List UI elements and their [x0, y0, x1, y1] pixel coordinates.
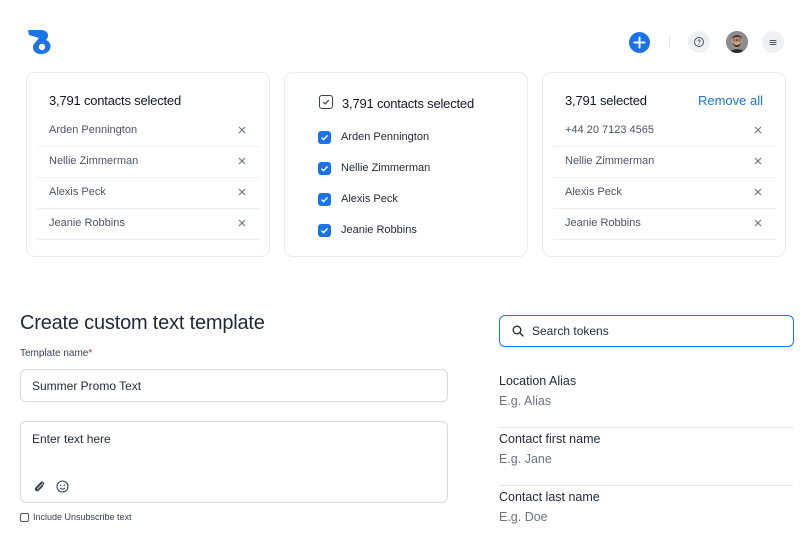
check-icon	[322, 99, 330, 105]
card-title: 3,791 selected	[565, 93, 647, 108]
contact-name: Nellie Zimmerman	[565, 155, 655, 167]
list-item: Nellie Zimmerman	[37, 147, 260, 178]
list-item: Jeanie Robbins	[37, 209, 260, 240]
message-textarea[interactable]	[32, 432, 432, 472]
check-icon	[321, 227, 329, 234]
contact-checkbox[interactable]	[318, 162, 331, 175]
select-all-checkbox[interactable]	[319, 95, 333, 109]
template-name-label-text: Template name	[20, 348, 89, 359]
remove-contact-button[interactable]	[750, 153, 766, 169]
contact-name: Jeanie Robbins	[49, 217, 125, 229]
list-item: Nellie Zimmerman	[553, 147, 776, 178]
contact-name: Arden Pennington	[49, 124, 138, 136]
plus-icon	[633, 36, 646, 49]
help-button[interactable]	[688, 31, 710, 53]
contact-checkbox[interactable]	[318, 131, 331, 144]
menu-button[interactable]	[762, 31, 784, 53]
remove-contact-button[interactable]	[234, 184, 250, 200]
contact-name: Arden Pennington	[341, 131, 430, 143]
contact-name: Alexis Peck	[565, 186, 622, 198]
search-input[interactable]	[532, 316, 787, 346]
contact-name: Alexis Peck	[49, 186, 106, 198]
token-name: Location Alias	[499, 374, 577, 388]
list-item: +44 20 7123 4565	[553, 116, 776, 147]
required-mark: *	[88, 348, 93, 359]
check-icon	[321, 196, 329, 203]
token-name: Contact last name	[499, 490, 600, 504]
close-icon	[238, 126, 246, 134]
template-name-label: Template name*	[20, 348, 92, 359]
token-item[interactable]: Location Alias E.g. Alias	[499, 370, 794, 428]
contact-name: Jeanie Robbins	[341, 224, 417, 236]
list-item: Alexis Peck	[553, 178, 776, 209]
check-icon	[321, 165, 329, 172]
card-title: 3,791 contacts selected	[342, 96, 474, 111]
card-title: 3,791 contacts selected	[49, 93, 181, 108]
selected-contacts-card: 3,791 contacts selected Arden Pennington…	[26, 72, 270, 257]
contact-name: Nellie Zimmerman	[341, 162, 431, 174]
remove-contact-button[interactable]	[234, 215, 250, 231]
checkbox-contacts-card: 3,791 contacts selected Arden Pennington…	[284, 72, 528, 257]
contact-name: Nellie Zimmerman	[49, 155, 139, 167]
token-item[interactable]: Contact last name E.g. Doe	[499, 486, 794, 542]
remove-contact-button[interactable]	[234, 122, 250, 138]
token-name: Contact first name	[499, 432, 601, 446]
help-icon	[694, 37, 704, 47]
close-icon	[754, 188, 762, 196]
user-avatar-icon	[726, 31, 748, 53]
token-example: E.g. Jane	[499, 452, 552, 466]
close-icon	[754, 157, 762, 165]
contact-name: +44 20 7123 4565	[565, 124, 655, 136]
contact-checkbox[interactable]	[318, 224, 331, 237]
unsubscribe-label: Include Unsubscribe text	[33, 512, 132, 522]
search-icon	[512, 325, 524, 337]
emoji-icon[interactable]	[55, 479, 70, 494]
list-item: Jeanie Robbins	[553, 209, 776, 240]
close-icon	[238, 219, 246, 227]
close-icon	[238, 157, 246, 165]
check-icon	[321, 134, 329, 141]
close-icon	[754, 219, 762, 227]
remove-contact-button[interactable]	[750, 184, 766, 200]
add-button[interactable]	[629, 32, 650, 53]
list-item: Arden Pennington	[37, 116, 260, 147]
message-box	[20, 421, 448, 503]
unsubscribe-checkbox[interactable]	[20, 513, 29, 522]
contact-name: Alexis Peck	[341, 193, 398, 205]
token-example: E.g. Doe	[499, 510, 548, 524]
avatar[interactable]	[726, 31, 748, 53]
brand-logo-icon[interactable]	[24, 24, 58, 58]
contact-checkbox[interactable]	[318, 193, 331, 206]
remove-contact-button[interactable]	[750, 122, 766, 138]
list-item: Alexis Peck	[37, 178, 260, 209]
contact-name: Jeanie Robbins	[565, 217, 641, 229]
close-icon	[238, 188, 246, 196]
paperclip-icon[interactable]	[32, 479, 47, 494]
page-title: Create custom text template	[20, 312, 265, 334]
remove-contact-button[interactable]	[234, 153, 250, 169]
token-example: E.g. Alias	[499, 394, 552, 408]
remove-all-link[interactable]: Remove all	[698, 93, 763, 108]
template-name-input[interactable]	[20, 369, 448, 402]
removable-contacts-card: 3,791 selected Remove all +44 20 7123 45…	[542, 72, 786, 257]
header-divider	[669, 36, 670, 48]
token-item[interactable]: Contact first name E.g. Jane	[499, 428, 794, 486]
token-search	[499, 315, 794, 347]
close-icon	[754, 126, 762, 134]
hamburger-menu-icon	[769, 40, 777, 45]
remove-contact-button[interactable]	[750, 215, 766, 231]
